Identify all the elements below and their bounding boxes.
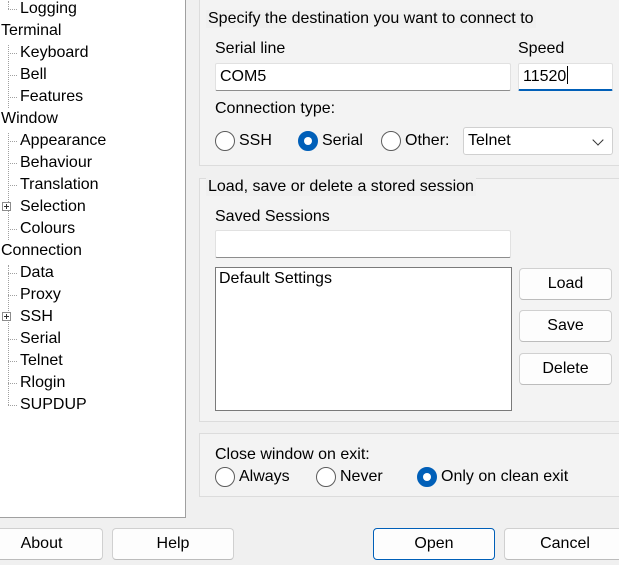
tree-connector	[8, 185, 17, 186]
serial-line-value: COM5	[220, 68, 267, 85]
chevron-down-icon	[592, 134, 604, 146]
tree-connector	[8, 295, 17, 296]
tree-item-label: Telnet	[20, 352, 63, 369]
tree-item-label: Bell	[20, 66, 47, 83]
tree-item-label: Logging	[20, 0, 77, 17]
tree-item-selection[interactable]: Selection	[0, 196, 179, 218]
tree-item-label: Translation	[20, 176, 99, 193]
radio-always[interactable]: Always	[215, 466, 295, 488]
load-button[interactable]: Load	[519, 268, 612, 300]
radio-circle	[417, 467, 437, 487]
sessions-listbox[interactable]: Default Settings	[215, 267, 512, 411]
tree-connector	[8, 361, 17, 362]
cancel-button[interactable]: Cancel	[504, 528, 619, 560]
tree-connector	[8, 229, 17, 230]
radio-only-clean-exit-label: Only on clean exit	[441, 468, 569, 485]
tree-item-ssh[interactable]: SSH	[0, 306, 179, 328]
tree-item-bell[interactable]: Bell	[0, 64, 179, 86]
tree-item-behaviour[interactable]: Behaviour	[0, 152, 179, 174]
tree-item-label: Proxy	[20, 286, 61, 303]
sessions-legend: Load, save or delete a stored session	[206, 178, 476, 196]
tree-item-label: Connection	[1, 242, 82, 259]
speed-input[interactable]: 11520	[518, 63, 613, 91]
expand-plus-icon[interactable]	[2, 312, 11, 321]
text-caret	[567, 66, 569, 84]
tree-connector	[8, 9, 17, 10]
radio-circle	[215, 131, 235, 151]
protocol-select-value: Telnet	[468, 132, 511, 149]
tree-item-label: Serial	[20, 330, 61, 347]
tree-item-appearance[interactable]: Appearance	[0, 130, 179, 152]
tree-item-label: Appearance	[20, 132, 107, 149]
speed-label: Speed	[518, 40, 565, 57]
tree-item-label: Selection	[20, 198, 86, 215]
tree-item-rlogin[interactable]: Rlogin	[0, 372, 179, 394]
tree-item-label: Colours	[20, 220, 76, 237]
speed-value: 11520	[523, 68, 567, 85]
radio-only-clean-exit[interactable]: Only on clean exit	[417, 466, 572, 488]
serial-line-label: Serial line	[215, 40, 286, 57]
tree-item-translation[interactable]: Translation	[0, 174, 179, 196]
tree-item-features[interactable]: Features	[0, 86, 179, 108]
tree-item-label: SSH	[20, 308, 53, 325]
tree-item-window[interactable]: Window	[0, 108, 179, 130]
tree-item-colours[interactable]: Colours	[0, 218, 179, 240]
destination-legend: Specify the destination you want to conn…	[206, 10, 536, 28]
tree-item-label: Features	[20, 88, 84, 105]
tree-connector	[8, 405, 17, 406]
tree-item-label: Terminal	[1, 22, 62, 39]
tree-connector	[8, 75, 17, 76]
about-button[interactable]: About	[0, 528, 103, 560]
tree-connector	[8, 97, 17, 98]
radio-never-label: Never	[340, 468, 383, 485]
radio-always-label: Always	[239, 468, 290, 485]
radio-serial-label: Serial	[322, 132, 363, 149]
tree-item-keyboard[interactable]: Keyboard	[0, 42, 179, 64]
radio-other[interactable]: Other:	[381, 130, 461, 152]
radio-serial[interactable]: Serial	[298, 130, 376, 152]
radio-circle	[381, 131, 401, 151]
saved-session-input[interactable]	[215, 230, 511, 258]
radio-ssh-label: SSH	[239, 132, 272, 149]
tree-item-supdup[interactable]: SUPDUP	[0, 394, 179, 416]
tree-connector	[8, 141, 17, 142]
saved-sessions-label: Saved Sessions	[215, 208, 330, 225]
connection-type-label: Connection type:	[215, 100, 336, 117]
tree-connector	[8, 273, 17, 274]
tree-connector	[8, 163, 17, 164]
serial-line-input[interactable]: COM5	[215, 63, 511, 91]
save-button[interactable]: Save	[519, 310, 612, 342]
radio-ssh[interactable]: SSH	[215, 130, 285, 152]
expand-plus-icon[interactable]	[2, 202, 11, 211]
protocol-select[interactable]: Telnet	[463, 127, 613, 155]
tree-item-logging[interactable]: Logging	[0, 0, 179, 20]
radio-circle	[298, 131, 318, 151]
close-window-label: Close window on exit:	[215, 446, 370, 463]
category-tree[interactable]: Logging Terminal Keyboard Bell Features …	[0, 0, 186, 518]
tree-item-data[interactable]: Data	[0, 262, 179, 284]
tree-connector	[8, 383, 17, 384]
radio-circle	[316, 467, 336, 487]
radio-never[interactable]: Never	[316, 466, 388, 488]
open-button[interactable]: Open	[373, 528, 495, 560]
tree-item-label: Behaviour	[20, 154, 93, 171]
help-button[interactable]: Help	[112, 528, 234, 560]
radio-circle	[215, 467, 235, 487]
tree-item-terminal[interactable]: Terminal	[0, 20, 179, 42]
tree-item-proxy[interactable]: Proxy	[0, 284, 179, 306]
tree-item-connection[interactable]: Connection	[0, 240, 179, 262]
tree-item-label: Rlogin	[20, 374, 66, 391]
tree-connector	[8, 339, 17, 340]
tree-item-label: Window	[1, 110, 58, 127]
tree-item-label: Data	[20, 264, 54, 281]
session-list-item[interactable]: Default Settings	[219, 270, 332, 288]
tree-item-label: SUPDUP	[20, 396, 87, 413]
radio-other-label: Other:	[405, 132, 450, 149]
tree-item-label: Keyboard	[20, 44, 89, 61]
tree-item-telnet[interactable]: Telnet	[0, 350, 179, 372]
tree-item-serial[interactable]: Serial	[0, 328, 179, 350]
tree-connector	[8, 53, 17, 54]
delete-button[interactable]: Delete	[519, 353, 612, 385]
